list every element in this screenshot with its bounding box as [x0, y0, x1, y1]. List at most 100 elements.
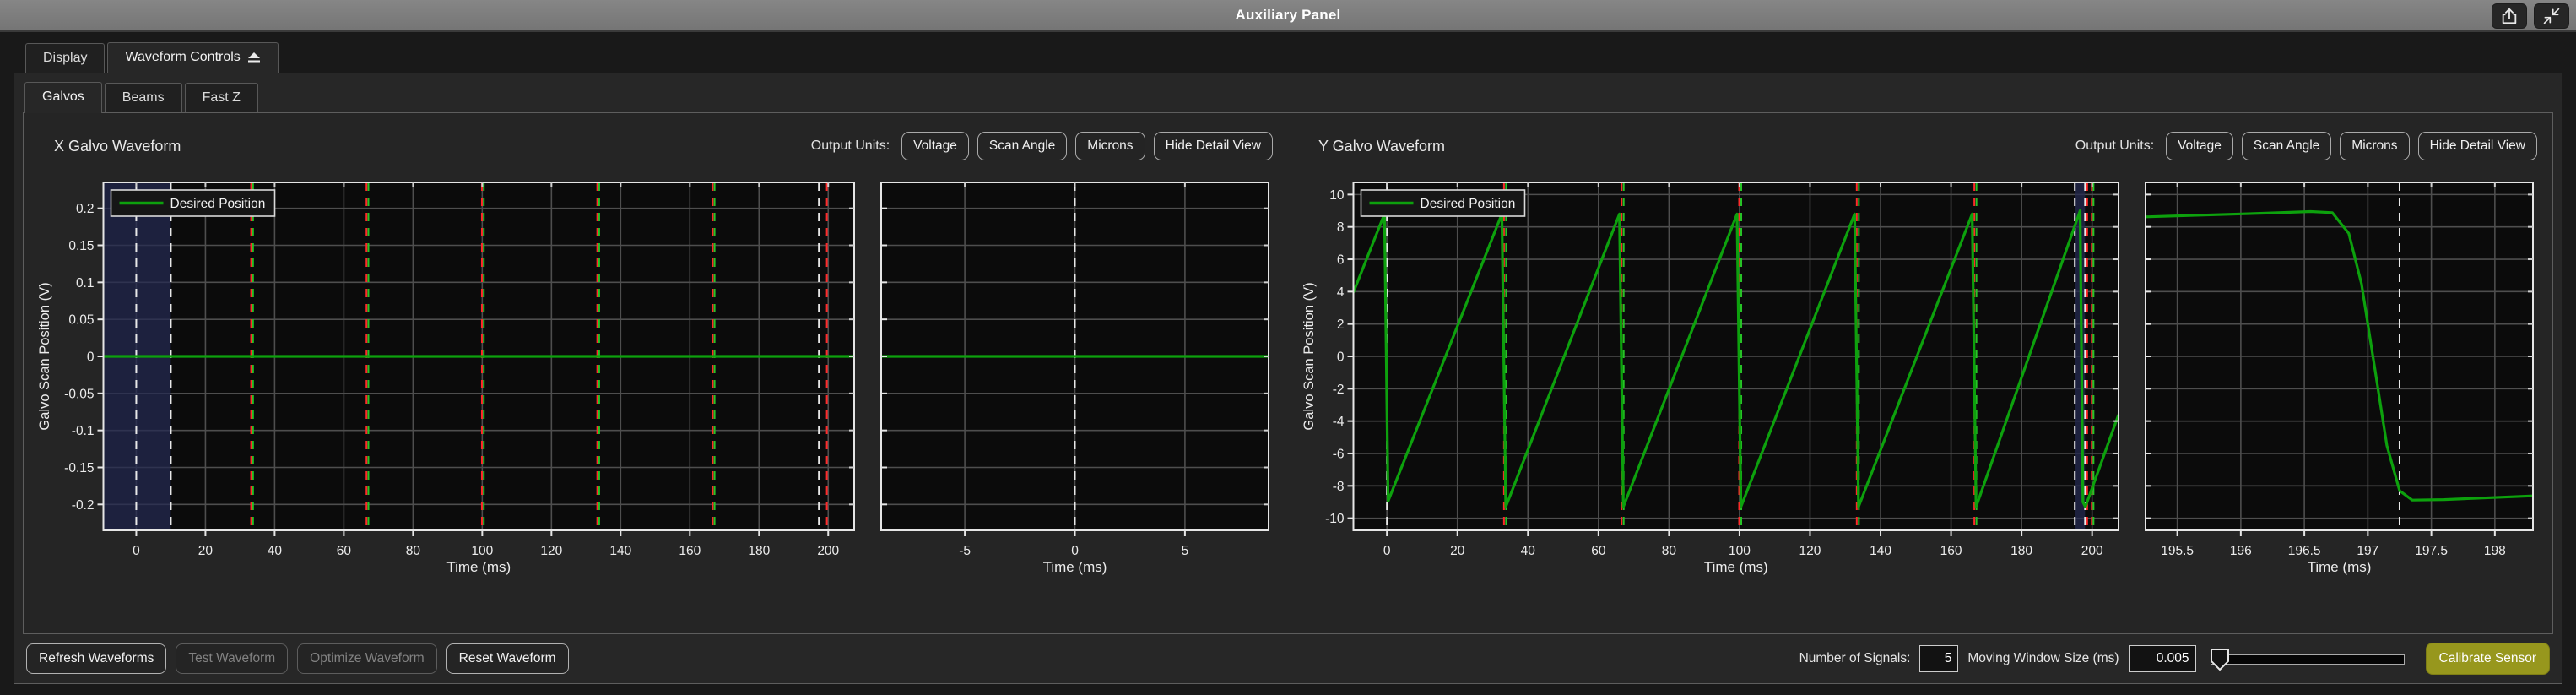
- export-icon: [2499, 7, 2519, 25]
- x-galvo-title: X Galvo Waveform: [54, 138, 181, 155]
- galvos-panel: X Galvo Waveform Output Units: Voltage S…: [23, 112, 2553, 634]
- svg-text:-10: -10: [1325, 512, 1345, 526]
- x-microns-button[interactable]: Microns: [1075, 132, 1145, 160]
- sub-tab-bar: Galvos Beams Fast Z: [14, 73, 2562, 112]
- svg-text:60: 60: [337, 544, 352, 558]
- tab-display[interactable]: Display: [25, 43, 105, 73]
- y-galvo-plots: 0204060801001201401601802001086420-2-4-6…: [1298, 172, 2542, 579]
- tab-display-label: Display: [43, 51, 87, 66]
- svg-text:2: 2: [1337, 318, 1345, 332]
- y-voltage-button[interactable]: Voltage: [2166, 132, 2233, 160]
- svg-text:180: 180: [748, 544, 770, 558]
- waveform-controls-panel: Galvos Beams Fast Z X Galvo Waveform Out…: [14, 73, 2562, 684]
- optimize-waveform-button[interactable]: Optimize Waveform: [297, 643, 437, 674]
- x-galvo-detail-plot[interactable]: -505Time (ms): [872, 172, 1276, 579]
- svg-text:200: 200: [817, 544, 839, 558]
- svg-text:4: 4: [1337, 285, 1345, 300]
- calibrate-sensor-button[interactable]: Calibrate Sensor: [2426, 643, 2550, 675]
- subtab-fastz-label: Fast Z: [203, 90, 241, 106]
- y-galvo-output-units: Output Units: Voltage Scan Angle Microns…: [2075, 132, 2537, 160]
- svg-text:0: 0: [1383, 544, 1391, 558]
- y-galvo-section: Y Galvo Waveform Output Units: Voltage S…: [1298, 127, 2542, 633]
- y-galvo-header: Y Galvo Waveform Output Units: Voltage S…: [1298, 127, 2542, 166]
- svg-text:20: 20: [198, 544, 214, 558]
- x-galvo-section: X Galvo Waveform Output Units: Voltage S…: [34, 127, 1278, 633]
- moving-window-size-input[interactable]: [2129, 645, 2196, 672]
- svg-text:195.5: 195.5: [2161, 544, 2194, 558]
- refresh-waveforms-button[interactable]: Refresh Waveforms: [26, 643, 166, 674]
- svg-text:100: 100: [471, 544, 493, 558]
- number-of-signals-input[interactable]: [1919, 645, 1958, 672]
- svg-text:197.5: 197.5: [2415, 544, 2448, 558]
- svg-text:-4: -4: [1333, 415, 1345, 429]
- svg-text:0: 0: [87, 350, 95, 365]
- svg-text:Desired Position: Desired Position: [170, 197, 266, 211]
- number-of-signals-label: Number of Signals:: [1799, 651, 1911, 666]
- reset-waveform-button[interactable]: Reset Waveform: [446, 643, 569, 674]
- x-scan-angle-button[interactable]: Scan Angle: [977, 132, 1067, 160]
- svg-text:100: 100: [1729, 544, 1751, 558]
- svg-text:-0.05: -0.05: [64, 387, 94, 401]
- auxiliary-panel-window: Auxiliary Panel Display Waveform Control…: [0, 0, 2576, 684]
- svg-text:-6: -6: [1333, 447, 1345, 461]
- svg-text:-0.1: -0.1: [72, 424, 95, 438]
- svg-text:197: 197: [2357, 544, 2378, 558]
- export-button[interactable]: [2492, 3, 2527, 29]
- svg-text:Time (ms): Time (ms): [1043, 559, 1107, 575]
- y-galvo-detail-plot[interactable]: 195.5196196.5197197.5198Time (ms): [2136, 172, 2541, 579]
- subtab-beams-label: Beams: [122, 90, 165, 106]
- svg-text:6: 6: [1337, 253, 1345, 268]
- svg-text:140: 140: [609, 544, 631, 558]
- x-voltage-button[interactable]: Voltage: [901, 132, 969, 160]
- moving-window-size-label: Moving Window Size (ms): [1967, 651, 2119, 666]
- svg-text:140: 140: [1870, 544, 1891, 558]
- y-galvo-main-plot[interactable]: 0204060801001201401601802001086420-2-4-6…: [1300, 172, 2126, 579]
- subtab-fastz[interactable]: Fast Z: [185, 83, 258, 112]
- subtab-beams[interactable]: Beams: [105, 83, 182, 112]
- svg-text:80: 80: [406, 544, 421, 558]
- svg-text:8: 8: [1337, 220, 1345, 235]
- tab-waveform-controls[interactable]: Waveform Controls: [107, 42, 278, 73]
- subtab-galvos-label: Galvos: [42, 90, 84, 105]
- titlebar: Auxiliary Panel: [0, 0, 2576, 32]
- svg-text:0: 0: [1337, 350, 1345, 365]
- output-units-label: Output Units:: [811, 138, 890, 154]
- collapse-button[interactable]: [2534, 3, 2569, 29]
- output-units-label: Output Units:: [2075, 138, 2154, 154]
- svg-text:Desired Position: Desired Position: [1421, 197, 1516, 211]
- svg-text:120: 120: [1799, 544, 1821, 558]
- svg-text:Time (ms): Time (ms): [446, 559, 511, 575]
- svg-text:Time (ms): Time (ms): [1704, 559, 1768, 575]
- svg-text:40: 40: [268, 544, 283, 558]
- y-scan-angle-button[interactable]: Scan Angle: [2242, 132, 2331, 160]
- subtab-galvos[interactable]: Galvos: [24, 82, 102, 113]
- test-waveform-button[interactable]: Test Waveform: [176, 643, 288, 674]
- svg-text:Galvo Scan Position (V): Galvo Scan Position (V): [1302, 282, 1317, 430]
- x-hide-detail-view-button[interactable]: Hide Detail View: [1154, 132, 1273, 160]
- svg-text:196: 196: [2230, 544, 2252, 558]
- y-hide-detail-view-button[interactable]: Hide Detail View: [2418, 132, 2537, 160]
- slider-track[interactable]: [2211, 654, 2405, 665]
- svg-text:80: 80: [1662, 544, 1677, 558]
- collapse-icon: [2542, 7, 2561, 25]
- x-galvo-main-plot[interactable]: 0204060801001201401601802000.20.150.10.0…: [35, 172, 862, 579]
- moving-window-size-slider[interactable]: [2211, 646, 2405, 671]
- svg-text:198: 198: [2484, 544, 2506, 558]
- svg-text:Galvo Scan Position (V): Galvo Scan Position (V): [37, 282, 52, 430]
- waveform-sections: X Galvo Waveform Output Units: Voltage S…: [24, 113, 2552, 633]
- svg-text:-8: -8: [1333, 480, 1345, 494]
- svg-text:0: 0: [133, 544, 140, 558]
- x-galvo-plots: 0204060801001201401601802000.20.150.10.0…: [34, 172, 1278, 579]
- y-microns-button[interactable]: Microns: [2340, 132, 2409, 160]
- slider-thumb[interactable]: [2210, 648, 2230, 671]
- x-galvo-header: X Galvo Waveform Output Units: Voltage S…: [34, 127, 1278, 166]
- x-galvo-output-units: Output Units: Voltage Scan Angle Microns…: [811, 132, 1273, 160]
- svg-text:0: 0: [1071, 544, 1079, 558]
- titlebar-buttons: [2492, 3, 2569, 29]
- svg-text:20: 20: [1450, 544, 1465, 558]
- svg-text:40: 40: [1521, 544, 1536, 558]
- svg-text:180: 180: [2010, 544, 2032, 558]
- eject-icon: [247, 52, 261, 63]
- svg-text:-2: -2: [1333, 383, 1345, 397]
- svg-text:0.2: 0.2: [76, 202, 95, 216]
